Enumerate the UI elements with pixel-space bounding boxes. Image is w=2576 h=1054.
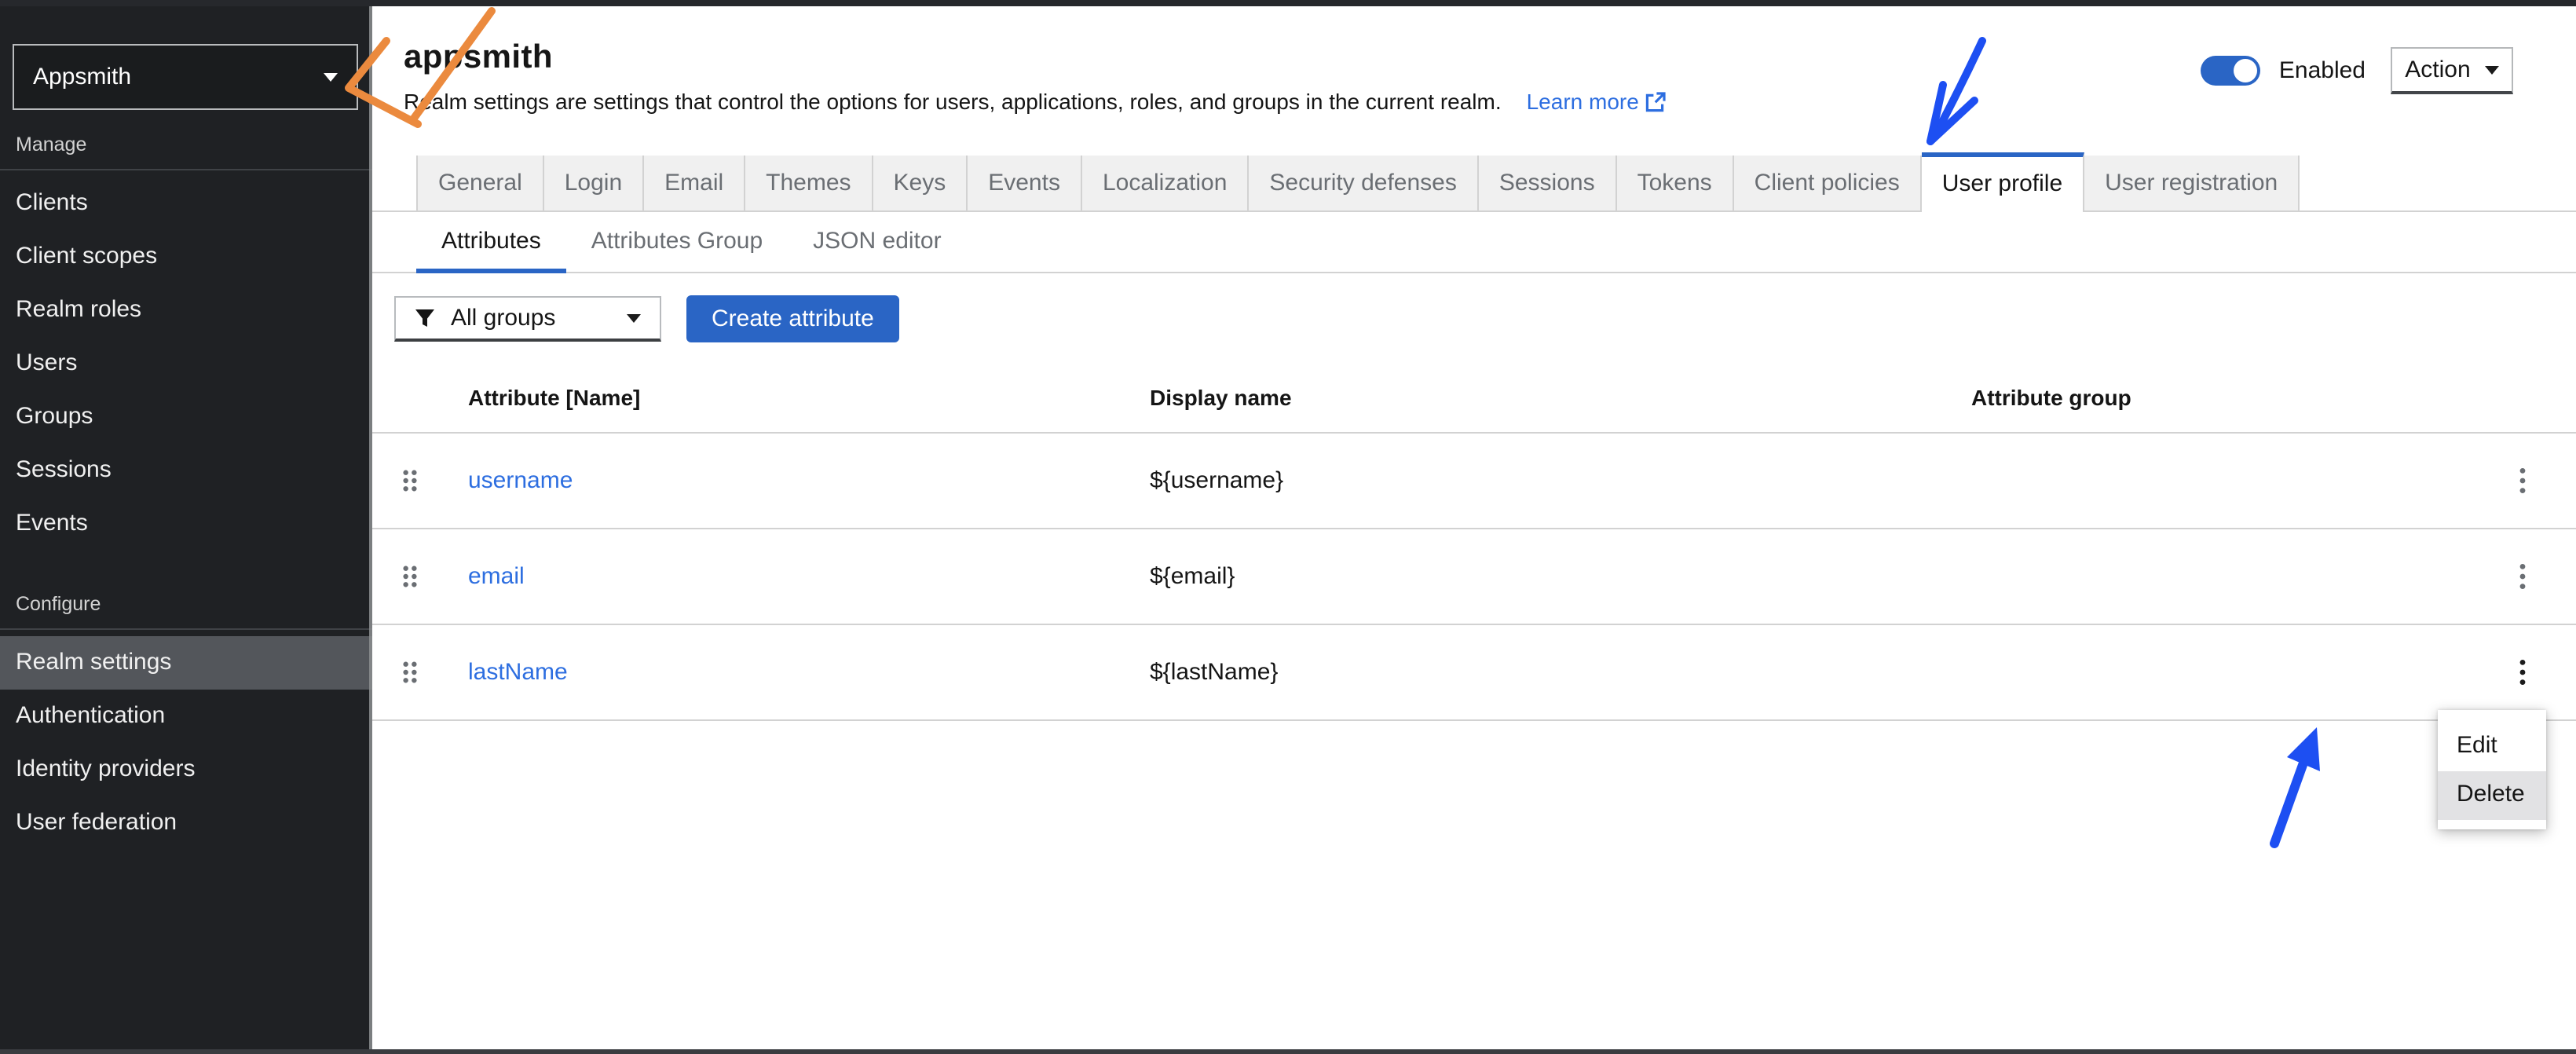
create-attribute-button[interactable]: Create attribute <box>686 295 899 342</box>
attribute-display-name: ${email} <box>1150 563 1235 589</box>
external-link-icon <box>1645 92 1666 112</box>
table-row-username: username ${username} <box>372 434 2576 529</box>
sidebar-configure-list: Realm settings Authentication Identity p… <box>0 630 372 850</box>
sidebar-manage-list: Clients Client scopes Realm roles Users … <box>0 170 372 551</box>
tab-sessions[interactable]: Sessions <box>1478 156 1617 210</box>
group-filter-dropdown[interactable]: All groups <box>394 296 661 342</box>
realm-settings-tabs: General Login Email Themes Keys Events L… <box>372 152 2576 212</box>
tab-user-profile[interactable]: User profile <box>1921 152 2085 212</box>
table-row-lastname: lastName ${lastName} <box>372 625 2576 721</box>
learn-more-label: Learn more <box>1526 90 1639 114</box>
realm-selector-dropdown[interactable]: Appsmith <box>13 44 358 110</box>
learn-more-link[interactable]: Learn more <box>1527 90 1666 115</box>
group-filter-value: All groups <box>451 305 556 331</box>
realm-selector-value: Appsmith <box>33 64 132 90</box>
sidebar-item-users[interactable]: Users <box>0 337 372 390</box>
blue-arrow-to-kebab-menu <box>2270 727 2320 848</box>
subtab-json-editor[interactable]: JSON editor <box>788 212 966 272</box>
subtab-attributes-group[interactable]: Attributes Group <box>566 212 788 272</box>
enabled-label: Enabled <box>2278 57 2366 83</box>
sidebar-item-authentication[interactable]: Authentication <box>0 690 372 743</box>
drag-handle-icon <box>403 470 417 492</box>
chevron-down-icon <box>627 313 641 323</box>
chevron-down-icon <box>2484 65 2499 75</box>
filter-icon <box>415 309 434 327</box>
column-display-name: Display name <box>1150 386 1292 410</box>
sidebar-item-client-scopes[interactable]: Client scopes <box>0 230 372 284</box>
attributes-table: Attribute [Name] Display name Attribute … <box>372 364 2576 721</box>
tab-events[interactable]: Events <box>968 156 1082 210</box>
sidebar-item-sessions[interactable]: Sessions <box>0 444 372 497</box>
sidebar-item-user-federation[interactable]: User federation <box>0 796 372 850</box>
row-kebab-menu-button[interactable] <box>2510 557 2535 596</box>
window-bottom-edge <box>0 1049 2576 1054</box>
tab-tokens[interactable]: Tokens <box>1616 156 1734 210</box>
attribute-name-link[interactable]: email <box>448 563 1129 590</box>
table-header-row: Attribute [Name] Display name Attribute … <box>372 364 2576 434</box>
sidebar: Appsmith Manage Clients Client scopes Re… <box>0 0 372 1054</box>
tab-login[interactable]: Login <box>543 156 645 210</box>
row-kebab-menu-button[interactable] <box>2510 461 2535 500</box>
enabled-toggle-group: Enabled <box>2200 56 2366 86</box>
sidebar-item-realm-roles[interactable]: Realm roles <box>0 284 372 337</box>
action-dropdown-button[interactable]: Action <box>2391 47 2513 94</box>
toggle-knob <box>2233 59 2257 82</box>
page-description-text: Realm settings are settings that control… <box>404 90 1502 114</box>
table-row-email: email ${email} <box>372 529 2576 625</box>
tab-keys[interactable]: Keys <box>873 156 968 210</box>
tab-user-registration[interactable]: User registration <box>2084 156 2300 210</box>
kebab-icon <box>2519 468 2526 493</box>
user-profile-subtabs: Attributes Attributes Group JSON editor <box>372 212 2576 273</box>
context-menu-edit[interactable]: Edit <box>2438 723 2546 771</box>
row-actions-context-menu: Edit Delete <box>2438 710 2546 829</box>
drag-handle[interactable] <box>372 661 448 684</box>
attribute-name-link[interactable]: username <box>448 467 1129 494</box>
attributes-toolbar: All groups Create attribute <box>394 295 2576 342</box>
column-attribute-group: Attribute group <box>1971 386 2131 410</box>
column-attribute-name: Attribute [Name] <box>468 386 641 410</box>
chevron-down-icon <box>324 72 338 82</box>
window-top-edge <box>0 0 2576 6</box>
sidebar-item-events[interactable]: Events <box>0 497 372 551</box>
row-kebab-menu-button-open[interactable] <box>2510 653 2535 692</box>
tab-security-defenses[interactable]: Security defenses <box>1249 156 1479 210</box>
sidebar-section-manage: Manage <box>16 134 87 156</box>
attribute-name-link[interactable]: lastName <box>448 659 1129 686</box>
tab-themes[interactable]: Themes <box>745 156 873 210</box>
drag-handle-icon <box>403 661 417 683</box>
sidebar-item-realm-settings[interactable]: Realm settings <box>0 636 372 690</box>
drag-handle[interactable] <box>372 565 448 588</box>
kebab-icon <box>2519 564 2526 589</box>
keycloak-admin-console: Appsmith Manage Clients Client scopes Re… <box>0 0 2576 1054</box>
context-menu-delete[interactable]: Delete <box>2438 771 2546 820</box>
tab-localization[interactable]: Localization <box>1081 156 1250 210</box>
tab-general[interactable]: General <box>416 156 544 210</box>
attribute-display-name: ${lastName} <box>1150 659 1279 685</box>
header-controls: Enabled Action <box>2200 47 2513 94</box>
subtab-attributes[interactable]: Attributes <box>416 212 567 273</box>
drag-handle-icon <box>403 565 417 587</box>
action-label: Action <box>2405 57 2471 82</box>
kebab-icon <box>2519 660 2526 685</box>
tab-client-policies[interactable]: Client policies <box>1733 156 1922 210</box>
sidebar-item-identity-providers[interactable]: Identity providers <box>0 743 372 796</box>
enabled-toggle[interactable] <box>2200 56 2260 86</box>
sidebar-item-groups[interactable]: Groups <box>0 390 372 444</box>
sidebar-item-clients[interactable]: Clients <box>0 177 372 230</box>
main-content: appsmith Realm settings are settings tha… <box>372 0 2576 721</box>
attribute-display-name: ${username} <box>1150 467 1284 493</box>
sidebar-section-configure: Configure <box>16 593 101 615</box>
tab-email[interactable]: Email <box>644 156 746 210</box>
drag-handle[interactable] <box>372 469 448 492</box>
